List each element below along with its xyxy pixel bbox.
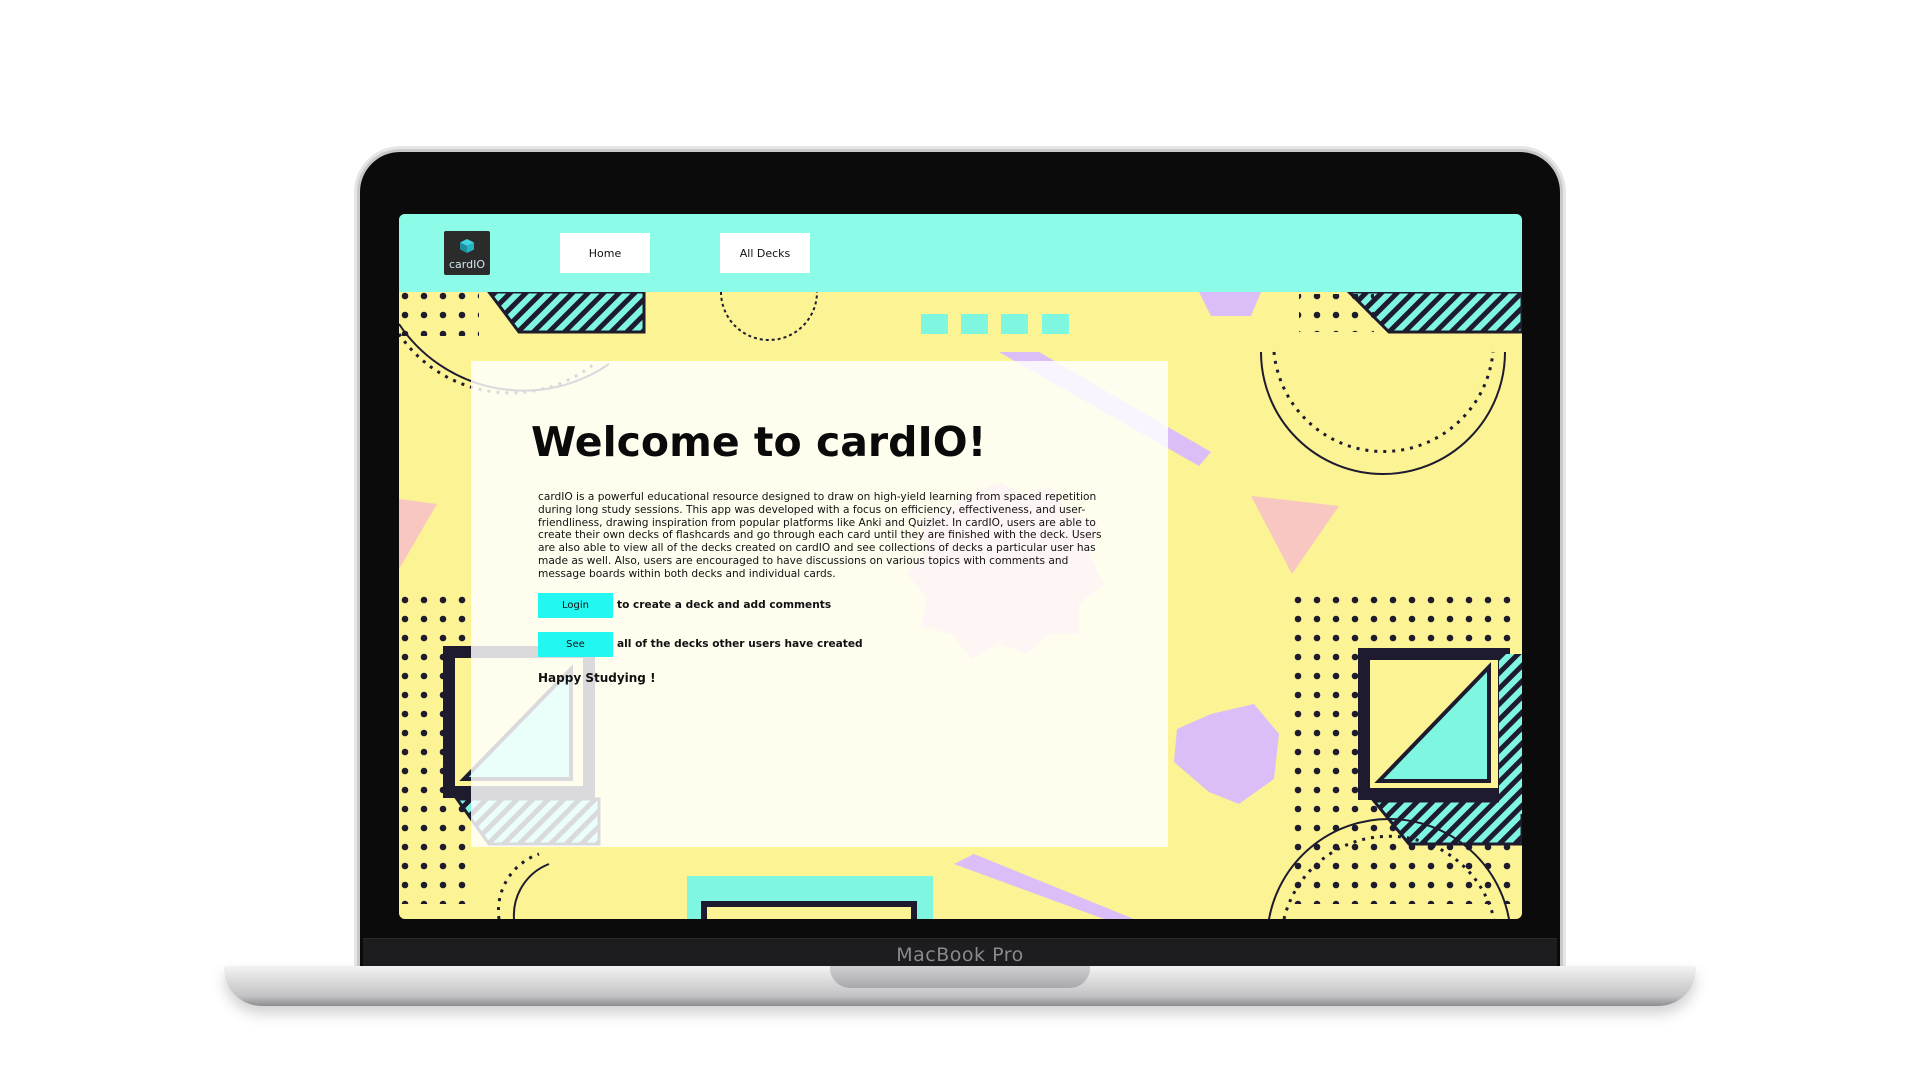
laptop-brand-label: MacBook Pro (896, 944, 1024, 966)
login-caption: to create a deck and add comments (617, 599, 832, 611)
see-caption: all of the decks other users have create… (617, 638, 863, 650)
nav-all-decks-button[interactable]: All Decks (720, 233, 810, 273)
screen: cardIO Home All Decks Welcome to cardIO!… (399, 214, 1522, 919)
login-button[interactable]: Login (538, 593, 613, 618)
welcome-panel: Welcome to cardIO! cardIO is a powerful … (471, 361, 1168, 847)
cube-icon (460, 239, 474, 253)
app-description: cardIO is a powerful educational resourc… (538, 491, 1102, 580)
laptop-base-notch (830, 966, 1090, 988)
closing-message: Happy Studying ! (538, 671, 656, 685)
page-title: Welcome to cardIO! (531, 418, 987, 466)
logo-text: cardIO (448, 258, 485, 271)
top-navbar: cardIO Home All Decks (399, 214, 1522, 292)
cardio-logo[interactable]: cardIO (444, 231, 490, 275)
see-decks-button[interactable]: See (538, 632, 613, 657)
nav-home-button[interactable]: Home (560, 233, 650, 273)
